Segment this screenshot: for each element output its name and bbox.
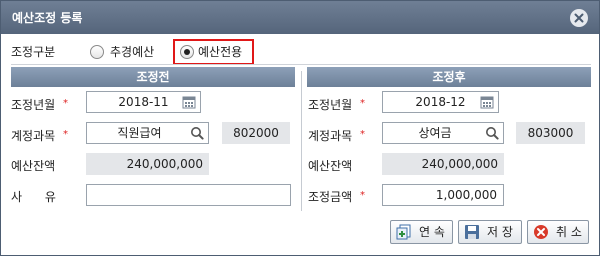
before-account-code: 802000: [222, 122, 290, 144]
close-button[interactable]: [570, 9, 588, 27]
amount-label: 조정금액: [308, 190, 353, 204]
cancel-button[interactable]: 취 소: [527, 220, 589, 244]
reason-input[interactable]: [86, 184, 291, 206]
after-period-field[interactable]: 2018-12: [382, 91, 499, 113]
radio-transfer-label[interactable]: 예산전용: [198, 43, 242, 60]
budget-adjust-dialog: 예산조정 등록 조정구분 추경예산 예산전용 조정전 조정후 조정년월 * 20…: [0, 0, 600, 256]
before-balance-label: 예산잔액: [11, 159, 56, 173]
section-divider: [11, 64, 591, 65]
calendar-icon[interactable]: [480, 95, 494, 109]
dialog-title: 예산조정 등록: [12, 11, 83, 25]
save-icon: [465, 225, 479, 239]
title-bar[interactable]: 예산조정 등록: [1, 1, 599, 34]
before-account-label: 계정과목: [11, 129, 56, 143]
close-icon: [574, 13, 584, 23]
before-period-value: 2018-11: [118, 95, 169, 109]
save-button[interactable]: 저 장: [458, 220, 522, 244]
after-account-name: 상여금: [418, 126, 452, 140]
required-mark: *: [360, 129, 365, 140]
after-account-label: 계정과목: [308, 129, 353, 143]
required-mark: *: [63, 98, 68, 109]
search-icon[interactable]: [485, 126, 499, 140]
before-account-name: 직원급여: [117, 126, 162, 140]
before-account-field[interactable]: 직원급여: [86, 122, 209, 144]
radio-transfer[interactable]: [180, 45, 194, 59]
before-balance-value: 240,000,000: [86, 153, 209, 175]
copy-add-icon: [396, 224, 411, 240]
required-mark: *: [63, 129, 68, 140]
radio-supplementary-label[interactable]: 추경예산: [110, 43, 154, 60]
continue-button[interactable]: 연 속: [390, 220, 453, 244]
continue-label: 연 속: [419, 225, 445, 239]
required-mark: *: [360, 98, 365, 109]
required-mark: *: [360, 190, 365, 201]
after-account-field[interactable]: 상여금: [382, 122, 504, 144]
before-period-label: 조정년월: [11, 98, 56, 112]
after-period-value: 2018-12: [415, 95, 466, 109]
cancel-icon: [534, 225, 548, 239]
adjust-type-label: 조정구분: [11, 45, 56, 59]
after-account-code: 803000: [516, 122, 585, 144]
after-period-label: 조정년월: [308, 98, 353, 112]
calendar-icon[interactable]: [182, 95, 196, 109]
column-separator: [301, 71, 302, 211]
after-balance-label: 예산잔액: [308, 159, 353, 173]
cancel-label: 취 소: [556, 225, 582, 239]
after-balance-value: 240,000,000: [382, 153, 504, 175]
radio-supplementary[interactable]: [90, 45, 104, 59]
search-icon[interactable]: [190, 126, 204, 140]
before-period-field[interactable]: 2018-11: [86, 91, 201, 113]
before-section-header: 조정전: [11, 67, 295, 87]
amount-input[interactable]: 1,000,000: [382, 184, 504, 206]
after-section-header: 조정후: [307, 67, 591, 87]
reason-label: 사 유: [11, 190, 56, 204]
save-label: 저 장: [487, 225, 513, 239]
